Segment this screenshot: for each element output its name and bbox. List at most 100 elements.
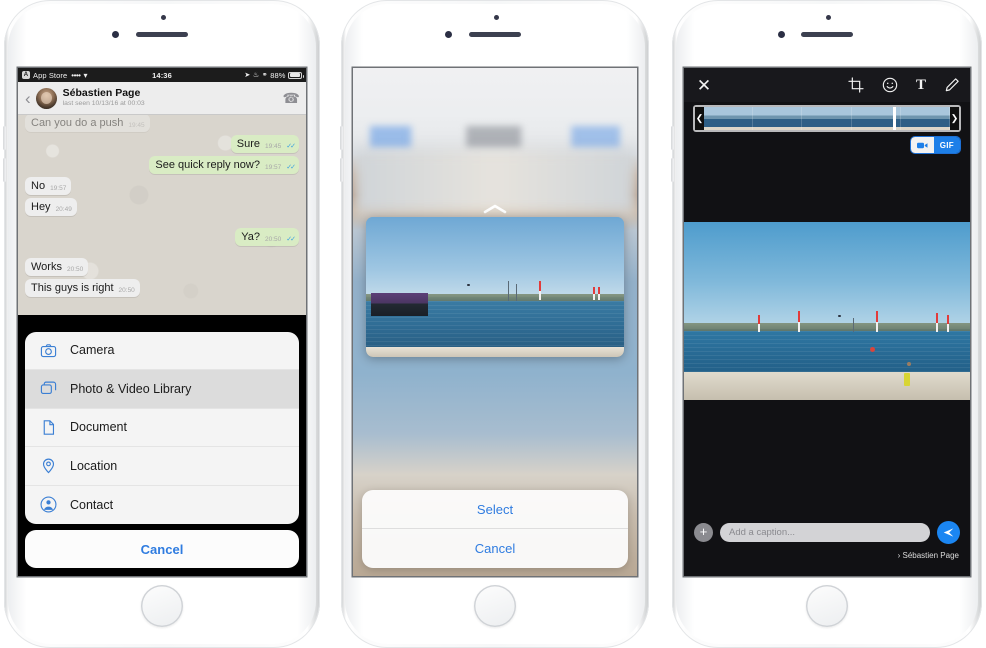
three-phone-mockup: A App Store •••• ▾ 14:36 ➤ ♨ ⚭ 88% ‹ Séb…: [0, 0, 986, 648]
plus-icon[interactable]: +: [694, 523, 713, 542]
message-text: Hey: [31, 201, 51, 213]
cancel-button[interactable]: Cancel: [25, 530, 299, 568]
volume-up-button[interactable]: [671, 126, 674, 150]
emoji-smiley-icon[interactable]: [882, 77, 898, 93]
message-text: Works: [31, 261, 62, 273]
video-camera-icon[interactable]: [910, 137, 934, 153]
text-tool-icon[interactable]: T: [916, 77, 926, 94]
photo-buoy: [869, 346, 875, 352]
selected-photo-preview[interactable]: [366, 217, 624, 357]
iphone-right: ✕ T ❮ ❯ GIF + Add a caption... › Sébasti…: [671, 0, 982, 648]
photos-icon: [40, 380, 57, 397]
sheet-item-contact[interactable]: Contact: [25, 486, 299, 525]
avatar[interactable]: [35, 87, 57, 109]
message-bubble[interactable]: This guys is right 20:50: [25, 279, 140, 297]
photo-pylon: [947, 314, 950, 333]
message-time: 19:45: [128, 121, 145, 129]
edited-photo[interactable]: [684, 222, 970, 400]
table-row[interactable]: No 19:57: [25, 177, 299, 195]
pencil-icon[interactable]: [944, 77, 960, 93]
chevron-right-handle-icon[interactable]: ❯: [950, 107, 959, 130]
table-row[interactable]: Sure 19:45 ✓✓: [25, 135, 299, 153]
caption-input[interactable]: Add a caption...: [720, 523, 930, 542]
chat-nav-bar: ‹ Sébastien Page last seen 10/13/16 at 0…: [18, 82, 306, 115]
document-icon: [40, 419, 57, 436]
message-text: Can you do a push: [31, 117, 124, 129]
sheet-item-label: Contact: [70, 497, 114, 512]
battery-icon: [288, 71, 304, 79]
table-row[interactable]: Hey 20:49: [25, 198, 299, 216]
volume-up-button[interactable]: [3, 126, 6, 150]
sheet-item-photo-video-library[interactable]: Photo & Video Library: [25, 370, 299, 409]
message-bubble[interactable]: See quick reply now? 19:57 ✓✓: [149, 156, 299, 174]
media-editor: ✕ T ❮ ❯ GIF + Add a caption... › Sébasti…: [684, 68, 970, 576]
video-gif-toggle[interactable]: GIF: [910, 137, 960, 153]
filmstrip-frame: [802, 107, 852, 130]
message-bubble[interactable]: Sure 19:45 ✓✓: [230, 135, 299, 153]
close-x-icon[interactable]: ✕: [694, 77, 714, 94]
sheet-item-location[interactable]: Location: [25, 447, 299, 486]
message-bubble[interactable]: Can you do a push 19:45: [25, 115, 150, 132]
message-text: Sure: [236, 138, 260, 150]
recipient-label[interactable]: › Sébastien Page: [684, 544, 970, 560]
message-text: See quick reply now?: [155, 159, 260, 171]
message-time: 20:49: [55, 205, 72, 213]
contact-info[interactable]: Sébastien Page last seen 10/13/16 at 00:…: [62, 87, 145, 108]
wifi-icon: ▾: [83, 70, 88, 80]
proximity-sensor: [494, 15, 499, 20]
proximity-sensor: [826, 15, 831, 20]
table-row[interactable]: Works 20:50: [25, 258, 299, 276]
photo-pier: [366, 347, 624, 357]
message-bubble[interactable]: Ya? 20:50 ✓✓: [235, 228, 299, 246]
message-bubble[interactable]: Works 20:50: [25, 258, 89, 276]
table-row[interactable]: Can you do a push 19:45: [25, 115, 299, 132]
photo-pylon: [538, 281, 541, 300]
volume-down-button[interactable]: [671, 158, 674, 182]
filmstrip[interactable]: [704, 107, 950, 130]
photo-sky: [684, 222, 970, 329]
volume-down-button[interactable]: [3, 158, 6, 182]
message-list[interactable]: Can you do a push 19:45 Sure 19:45 ✓✓ Se…: [18, 115, 306, 315]
volume-up-button[interactable]: [340, 126, 343, 150]
photo-barge: [371, 292, 428, 317]
photo-pylon: [758, 314, 761, 333]
contact-name: Sébastien Page: [62, 87, 141, 100]
gif-mode-button[interactable]: GIF: [933, 137, 960, 153]
table-row[interactable]: See quick reply now? 19:57 ✓✓: [25, 156, 299, 174]
sheet-item-document[interactable]: Document: [25, 409, 299, 447]
message-bubble[interactable]: No 19:57: [25, 177, 72, 195]
table-row[interactable]: This guys is right 20:50: [25, 279, 299, 297]
battery-percent: 88%: [270, 70, 286, 80]
send-paper-plane-icon[interactable]: [937, 521, 960, 544]
video-trim-scrubber[interactable]: ❮ ❯: [693, 105, 961, 132]
front-camera: [112, 31, 119, 38]
playhead[interactable]: [893, 107, 897, 130]
chevron-left-handle-icon[interactable]: ❮: [695, 107, 704, 130]
photo-pylon: [593, 287, 596, 300]
read-receipt-icon: ✓✓: [286, 142, 296, 150]
home-button[interactable]: [141, 585, 183, 627]
status-clock: 14:36: [152, 70, 172, 80]
table-row[interactable]: Ya? 20:50 ✓✓: [25, 228, 299, 246]
sheet-item-camera[interactable]: Camera: [25, 332, 299, 370]
message-text: Ya?: [241, 231, 260, 243]
sheet-item-label: Photo & Video Library: [70, 381, 192, 396]
chevron-left-icon[interactable]: ‹: [24, 90, 36, 107]
crop-icon[interactable]: [848, 77, 864, 93]
home-button[interactable]: [474, 585, 516, 627]
shield-icon: ♨: [252, 72, 260, 79]
cancel-button[interactable]: Cancel: [362, 529, 628, 568]
read-receipt-icon: ✓✓: [286, 235, 296, 243]
action-sheet-options: Camera Photo & Video Library Document Lo…: [25, 331, 299, 525]
status-right-cluster: ➤ ♨ ⚭ 88%: [244, 70, 304, 80]
home-button[interactable]: [806, 585, 848, 627]
caption-bar: + Add a caption... › Sébastien Page: [684, 512, 970, 576]
earpiece-speaker: [136, 32, 188, 37]
phone-icon[interactable]: ☎: [283, 90, 300, 107]
filmstrip-frame: [753, 107, 803, 130]
chevron-up-icon[interactable]: [483, 204, 507, 214]
iphone-left: A App Store •••• ▾ 14:36 ➤ ♨ ⚭ 88% ‹ Séb…: [3, 0, 320, 648]
volume-down-button[interactable]: [340, 158, 343, 182]
message-bubble[interactable]: Hey 20:49: [25, 198, 77, 216]
select-button[interactable]: Select: [362, 490, 628, 529]
